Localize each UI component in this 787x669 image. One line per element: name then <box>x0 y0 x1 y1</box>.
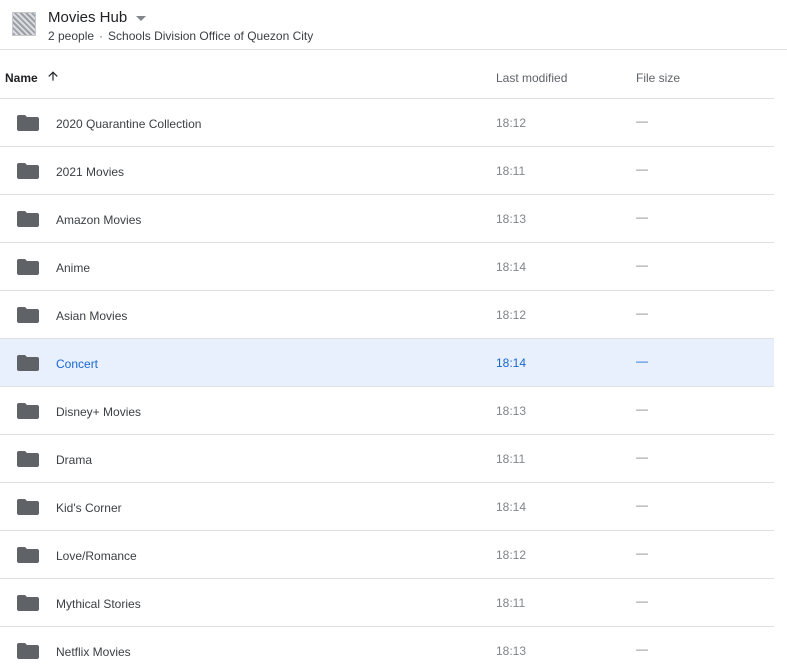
dropdown-caret-icon[interactable] <box>136 15 147 21</box>
table-row[interactable]: Anime 18:14 — <box>0 243 774 291</box>
row-name[interactable]: Netflix Movies <box>56 645 131 659</box>
column-header-file-size: File size <box>636 71 681 85</box>
table-row[interactable]: Concert 18:14 — <box>0 339 774 387</box>
row-file-size: — <box>636 642 648 656</box>
row-file-size: — <box>636 258 648 272</box>
folder-icon <box>17 547 39 563</box>
table-row[interactable]: Netflix Movies 18:13 — <box>0 627 774 669</box>
folder-title-menu[interactable]: Movies Hub <box>48 7 147 27</box>
row-file-size: — <box>636 114 648 128</box>
row-last-modified: 18:12 <box>496 116 527 130</box>
folder-icon <box>17 403 39 419</box>
row-last-modified: 18:12 <box>496 308 527 322</box>
row-last-modified: 18:13 <box>496 644 527 658</box>
drive-folder-view: Movies Hub 2 people · Schools Division O… <box>0 0 787 669</box>
row-file-size: — <box>636 354 648 368</box>
table-row[interactable]: Kid's Corner 18:14 — <box>0 483 774 531</box>
folder-icon <box>17 115 39 131</box>
row-name[interactable]: 2021 Movies <box>56 165 124 179</box>
folder-icon <box>17 355 39 371</box>
folder-icon <box>17 211 39 227</box>
table-row[interactable]: Mythical Stories 18:11 — <box>0 579 774 627</box>
table-row[interactable]: 2020 Quarantine Collection 18:12 — <box>0 99 774 147</box>
row-name[interactable]: Disney+ Movies <box>56 405 141 419</box>
table-row[interactable]: Amazon Movies 18:13 — <box>0 195 774 243</box>
folder-icon <box>17 499 39 515</box>
row-file-size: — <box>636 546 648 560</box>
row-name[interactable]: Asian Movies <box>56 309 127 323</box>
row-file-size: — <box>636 450 648 464</box>
row-last-modified: 18:14 <box>496 500 527 514</box>
table-row[interactable]: Drama 18:11 — <box>0 435 774 483</box>
folder-icon <box>17 307 39 323</box>
row-name[interactable]: Love/Romance <box>56 549 137 563</box>
folder-icon <box>17 163 39 179</box>
row-name[interactable]: Concert <box>56 357 98 371</box>
column-header-name[interactable]: Name <box>5 71 60 85</box>
folder-icon <box>17 451 39 467</box>
row-last-modified: 18:14 <box>496 260 527 274</box>
folder-subtitle: 2 people · Schools Division Office of Qu… <box>48 29 313 43</box>
arrow-up-icon[interactable] <box>46 69 60 83</box>
row-last-modified: 18:14 <box>496 356 527 370</box>
row-last-modified: 18:11 <box>496 596 526 610</box>
shared-drive-avatar[interactable] <box>12 12 36 36</box>
folder-icon <box>17 259 39 275</box>
row-last-modified: 18:11 <box>496 164 526 178</box>
folder-icon <box>17 595 39 611</box>
folder-icon <box>17 643 39 659</box>
table-row[interactable]: 2021 Movies 18:11 — <box>0 147 774 195</box>
folder-title[interactable]: Movies Hub <box>48 9 127 26</box>
row-name[interactable]: Drama <box>56 453 92 467</box>
row-name[interactable]: 2020 Quarantine Collection <box>56 117 201 131</box>
row-name[interactable]: Anime <box>56 261 90 275</box>
row-file-size: — <box>636 162 648 176</box>
folder-header: Movies Hub 2 people · Schools Division O… <box>0 0 787 50</box>
file-list: 2020 Quarantine Collection 18:12—2021 Mov… <box>0 99 774 669</box>
people-count-link[interactable]: 2 people <box>48 29 94 43</box>
column-header-last-modified[interactable]: Last modified <box>496 71 567 85</box>
row-last-modified: 18:13 <box>496 404 527 418</box>
row-file-size: — <box>636 594 648 608</box>
column-header-name-label: Name <box>5 71 38 85</box>
row-last-modified: 18:11 <box>496 452 526 466</box>
row-file-size: — <box>636 402 648 416</box>
row-name[interactable]: Kid's Corner <box>56 501 122 515</box>
table-row[interactable]: Asian Movies 18:12 — <box>0 291 774 339</box>
row-file-size: — <box>636 498 648 512</box>
row-name[interactable]: Mythical Stories <box>56 597 141 611</box>
row-last-modified: 18:12 <box>496 548 527 562</box>
subtitle-separator: · <box>99 29 104 43</box>
table-row[interactable]: Disney+ Movies 18:13 — <box>0 387 774 435</box>
row-file-size: — <box>636 306 648 320</box>
column-header-row: Name Last modified File size <box>0 50 774 99</box>
row-name[interactable]: Amazon Movies <box>56 213 141 227</box>
row-file-size: — <box>636 210 648 224</box>
row-last-modified: 18:13 <box>496 212 527 226</box>
table-row[interactable]: Love/Romance 18:12 — <box>0 531 774 579</box>
organization-name: Schools Division Office of Quezon City <box>108 29 314 43</box>
